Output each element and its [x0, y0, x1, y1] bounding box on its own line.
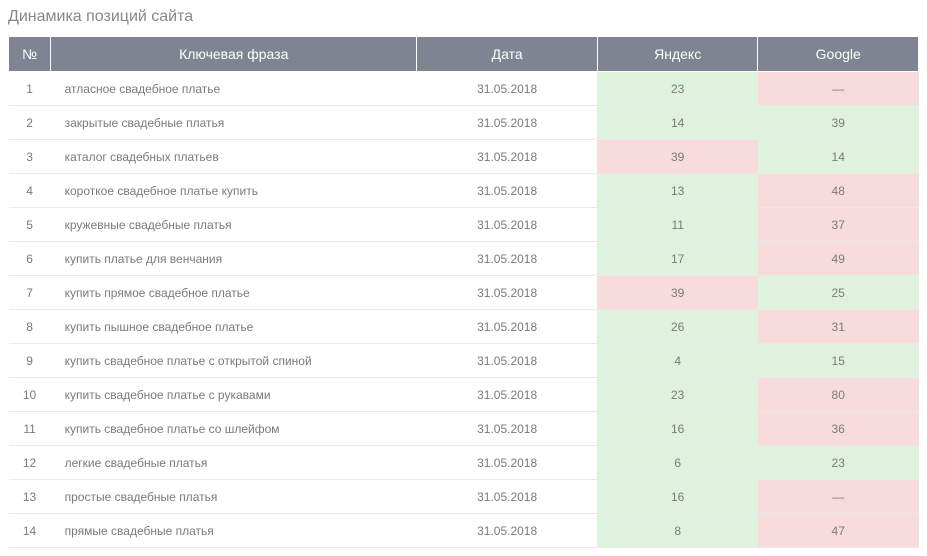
cell-number: 10: [9, 378, 51, 412]
table-row: 2закрытые свадебные платья31.05.20181439: [9, 106, 919, 140]
cell-number: 4: [9, 174, 51, 208]
positions-table: № Ключевая фраза Дата Яндекс Google 1атл…: [8, 36, 919, 548]
cell-keyword: купить пышное свадебное платье: [51, 310, 417, 344]
cell-number: 13: [9, 480, 51, 514]
table-row: 5кружевные свадебные платья31.05.2018113…: [9, 208, 919, 242]
cell-keyword: атласное свадебное платье: [51, 72, 417, 106]
cell-date: 31.05.2018: [417, 140, 598, 174]
cell-yandex: 23: [597, 72, 758, 106]
table-row: 11купить свадебное платье со шлейфом31.0…: [9, 412, 919, 446]
cell-date: 31.05.2018: [417, 72, 598, 106]
cell-google: 37: [758, 208, 919, 242]
cell-yandex: 16: [597, 412, 758, 446]
cell-yandex: 17: [597, 242, 758, 276]
table-row: 12легкие свадебные платья31.05.2018623: [9, 446, 919, 480]
table-row: 9купить свадебное платье с открытой спин…: [9, 344, 919, 378]
cell-keyword: каталог свадебных платьев: [51, 140, 417, 174]
table-row: 6купить платье для венчания31.05.2018174…: [9, 242, 919, 276]
cell-date: 31.05.2018: [417, 106, 598, 140]
cell-keyword: простые свадебные платья: [51, 480, 417, 514]
table-row: 14прямые свадебные платья31.05.2018847: [9, 514, 919, 548]
cell-date: 31.05.2018: [417, 208, 598, 242]
cell-date: 31.05.2018: [417, 310, 598, 344]
cell-number: 3: [9, 140, 51, 174]
cell-date: 31.05.2018: [417, 344, 598, 378]
table-row: 13простые свадебные платья31.05.201816—: [9, 480, 919, 514]
cell-number: 8: [9, 310, 51, 344]
cell-google: 14: [758, 140, 919, 174]
table-row: 4короткое свадебное платье купить31.05.2…: [9, 174, 919, 208]
cell-yandex: 26: [597, 310, 758, 344]
header-google: Google: [758, 37, 919, 72]
header-yandex: Яндекс: [597, 37, 758, 72]
table-row: 10купить свадебное платье с рукавами31.0…: [9, 378, 919, 412]
cell-keyword: купить свадебное платье со шлейфом: [51, 412, 417, 446]
cell-keyword: закрытые свадебные платья: [51, 106, 417, 140]
cell-google: 47: [758, 514, 919, 548]
cell-yandex: 23: [597, 378, 758, 412]
cell-google: 49: [758, 242, 919, 276]
cell-yandex: 13: [597, 174, 758, 208]
cell-date: 31.05.2018: [417, 378, 598, 412]
cell-number: 7: [9, 276, 51, 310]
header-date: Дата: [417, 37, 598, 72]
cell-google: 31: [758, 310, 919, 344]
cell-google: 36: [758, 412, 919, 446]
table-row: 7купить прямое свадебное платье31.05.201…: [9, 276, 919, 310]
cell-google: 39: [758, 106, 919, 140]
cell-date: 31.05.2018: [417, 446, 598, 480]
cell-google: 25: [758, 276, 919, 310]
cell-google: 48: [758, 174, 919, 208]
cell-yandex: 11: [597, 208, 758, 242]
page-title: Динамика позиций сайта: [8, 8, 919, 26]
cell-keyword: купить свадебное платье с рукавами: [51, 378, 417, 412]
table-row: 3каталог свадебных платьев31.05.20183914: [9, 140, 919, 174]
cell-number: 12: [9, 446, 51, 480]
table-row: 8купить пышное свадебное платье31.05.201…: [9, 310, 919, 344]
cell-keyword: кружевные свадебные платья: [51, 208, 417, 242]
cell-date: 31.05.2018: [417, 480, 598, 514]
cell-date: 31.05.2018: [417, 174, 598, 208]
cell-google: 23: [758, 446, 919, 480]
cell-yandex: 39: [597, 140, 758, 174]
cell-date: 31.05.2018: [417, 242, 598, 276]
cell-yandex: 4: [597, 344, 758, 378]
cell-keyword: купить прямое свадебное платье: [51, 276, 417, 310]
cell-yandex: 6: [597, 446, 758, 480]
cell-keyword: короткое свадебное платье купить: [51, 174, 417, 208]
table-row: 1атласное свадебное платье31.05.201823—: [9, 72, 919, 106]
header-keyword: Ключевая фраза: [51, 37, 417, 72]
table-header-row: № Ключевая фраза Дата Яндекс Google: [9, 37, 919, 72]
cell-date: 31.05.2018: [417, 514, 598, 548]
cell-yandex: 8: [597, 514, 758, 548]
cell-google: —: [758, 72, 919, 106]
cell-number: 6: [9, 242, 51, 276]
cell-google: 80: [758, 378, 919, 412]
cell-keyword: купить свадебное платье с открытой спино…: [51, 344, 417, 378]
cell-keyword: прямые свадебные платья: [51, 514, 417, 548]
cell-date: 31.05.2018: [417, 276, 598, 310]
cell-number: 9: [9, 344, 51, 378]
cell-google: 15: [758, 344, 919, 378]
cell-date: 31.05.2018: [417, 412, 598, 446]
header-number: №: [9, 37, 51, 72]
cell-keyword: купить платье для венчания: [51, 242, 417, 276]
cell-number: 5: [9, 208, 51, 242]
cell-number: 1: [9, 72, 51, 106]
cell-yandex: 14: [597, 106, 758, 140]
cell-number: 11: [9, 412, 51, 446]
cell-number: 14: [9, 514, 51, 548]
cell-keyword: легкие свадебные платья: [51, 446, 417, 480]
cell-yandex: 39: [597, 276, 758, 310]
cell-yandex: 16: [597, 480, 758, 514]
table-body: 1атласное свадебное платье31.05.201823—2…: [9, 72, 919, 548]
cell-number: 2: [9, 106, 51, 140]
cell-google: —: [758, 480, 919, 514]
